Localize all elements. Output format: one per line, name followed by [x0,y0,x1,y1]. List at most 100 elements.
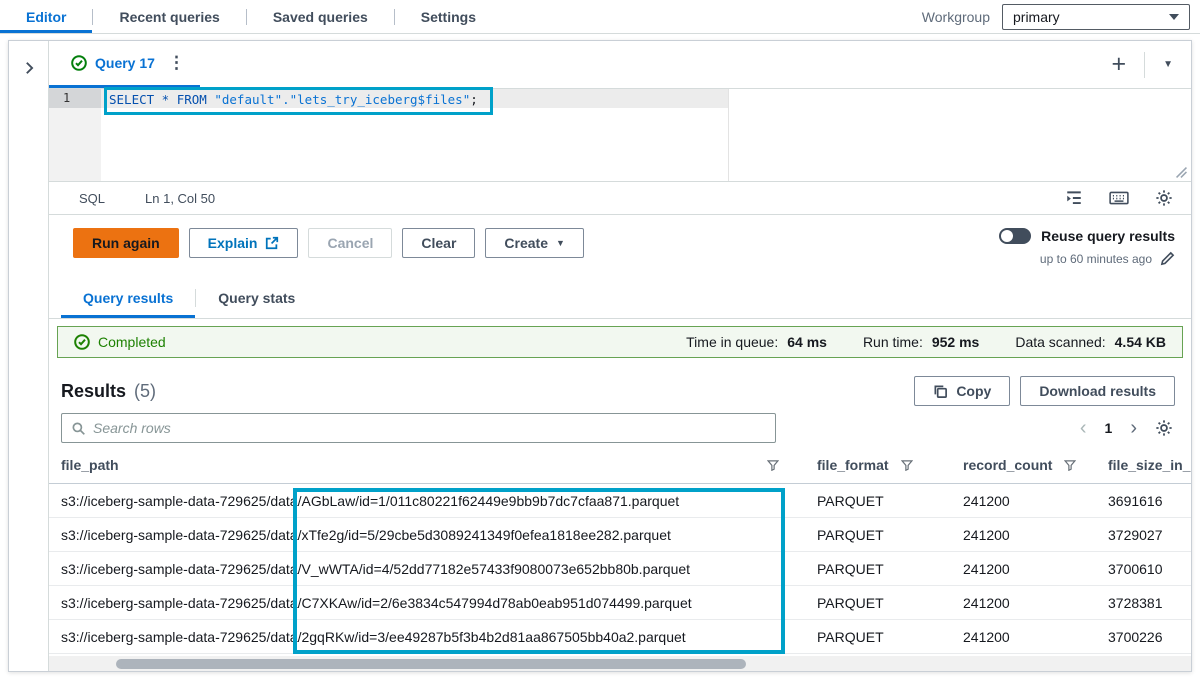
query-success-icon [71,55,87,71]
status-completed-label: Completed [98,334,166,350]
column-header-file-path[interactable]: file_path [61,457,791,473]
sql-code-line[interactable]: SELECT * FROM "default"."lets_try_iceber… [101,89,1191,108]
table-row: s3://iceberg-sample-data-729625/data/xTf… [49,518,1191,552]
search-rows-input[interactable] [93,420,766,436]
expand-sidebar-button[interactable] [18,57,40,79]
cell-file-format: PARQUET [817,493,963,509]
sql-keywords: SELECT * FROM [109,92,214,107]
workgroup-select[interactable]: primary [1002,4,1190,30]
explain-label: Explain [208,235,258,251]
create-label: Create [504,235,548,251]
table-row: s3://iceberg-sample-data-729625/data/2gq… [49,620,1191,654]
caret-down-icon: ▼ [556,238,565,248]
new-query-tab-button[interactable]: + [1111,52,1126,77]
results-table-header: file_path file_format record_count file_… [49,446,1191,484]
tab-query-stats[interactable]: Query stats [196,277,317,318]
query-metrics: Time in queue: 64 ms Run time: 952 ms Da… [686,334,1166,350]
explain-button[interactable]: Explain [189,228,299,258]
horizontal-scrollbar[interactable] [49,656,1191,671]
cell-file-size: 3700610 [1108,561,1191,577]
pagination: ‹ 1 › [1080,418,1173,438]
code-area[interactable]: SELECT * FROM "default"."lets_try_iceber… [101,89,1191,181]
search-row: ‹ 1 › [49,408,1191,446]
tab-query-results[interactable]: Query results [61,277,195,318]
column-header-file-format[interactable]: file_format [817,457,963,473]
download-results-button[interactable]: Download results [1020,376,1175,406]
edit-pencil-icon[interactable] [1160,251,1175,266]
clear-button[interactable]: Clear [402,228,475,258]
tab-controls: + ▼ [1111,41,1191,88]
metric-value: 64 ms [787,334,827,350]
kebab-menu-icon[interactable]: ⋮ [163,53,190,73]
editor-settings-gear-icon[interactable] [1155,189,1173,207]
column-header-file-size[interactable]: file_size_in_b [1108,457,1191,473]
metric-value: 952 ms [932,334,979,350]
scrollbar-thumb[interactable] [116,659,746,669]
metric-label: Data scanned: [1015,334,1105,350]
editor-language-label: SQL [79,191,105,206]
query-tab[interactable]: Query 17 ⋮ [49,41,200,88]
filter-icon[interactable] [901,459,913,471]
nav-tabs: Editor Recent queries Saved queries Sett… [0,0,502,33]
table-row: s3://iceberg-sample-data-729625/data/V_w… [49,552,1191,586]
copy-icon [933,384,948,399]
status-banner-wrap: Completed Time in queue: 64 ms Run time:… [49,319,1191,366]
reuse-results-label: Reuse query results [1041,228,1175,244]
run-again-button[interactable]: Run again [73,228,179,258]
tab-recent-queries[interactable]: Recent queries [93,0,245,33]
reuse-query-results-block: Reuse query results up to 60 minutes ago [999,228,1175,266]
reuse-results-toggle[interactable] [999,228,1031,244]
tab-settings[interactable]: Settings [395,0,502,33]
table-row: s3://iceberg-sample-data-729625/data/C7X… [49,586,1191,620]
athena-editor-panel: Query 17 ⋮ + ▼ 1 SELECT * FROM "default"… [8,40,1192,672]
editor-status-bar: SQL Ln 1, Col 50 [49,181,1191,215]
results-header: Results (5) Copy Download results [49,366,1191,408]
keyboard-shortcuts-icon[interactable] [1109,190,1129,206]
chevron-right-icon [22,61,36,75]
active-line-number: 1 [49,89,101,108]
editor-status-icons [1065,189,1173,207]
current-page-number[interactable]: 1 [1105,420,1113,436]
column-label: file_size_in_b [1108,457,1191,473]
format-query-icon[interactable] [1065,189,1083,207]
sql-identifier: "default"."lets_try_iceberg$files" [214,92,470,107]
query-tab-title: Query 17 [95,55,155,71]
next-page-button[interactable]: › [1130,418,1137,438]
copy-button[interactable]: Copy [914,376,1010,406]
search-box [61,413,776,443]
divider [1144,52,1145,78]
chevron-down-icon [1169,14,1179,20]
previous-page-button[interactable]: ‹ [1080,418,1087,438]
cell-record-count: 241200 [963,527,1108,543]
query-tab-bar: Query 17 ⋮ + ▼ [49,41,1191,89]
cell-file-format: PARQUET [817,629,963,645]
cell-file-size: 3700226 [1108,629,1191,645]
cancel-button[interactable]: Cancel [308,228,392,258]
editor-resize-handle[interactable] [1176,167,1187,178]
create-button[interactable]: Create ▼ [485,228,584,258]
editor-content: Query 17 ⋮ + ▼ 1 SELECT * FROM "default"… [49,41,1191,671]
filter-icon[interactable] [1064,459,1076,471]
cell-record-count: 241200 [963,595,1108,611]
query-status-banner: Completed Time in queue: 64 ms Run time:… [57,326,1183,358]
results-title: Results [61,381,126,402]
cell-file-path: s3://iceberg-sample-data-729625/data/AGb… [61,493,791,509]
sql-editor[interactable]: 1 SELECT * FROM "default"."lets_try_iceb… [49,89,1191,181]
editor-gutter: 1 [49,89,101,181]
cell-file-format: PARQUET [817,527,963,543]
cell-file-path: s3://iceberg-sample-data-729625/data/V_w… [61,561,791,577]
tab-editor[interactable]: Editor [0,0,92,33]
sidebar-collapse-strip [9,41,49,671]
column-header-record-count[interactable]: record_count [963,457,1108,473]
reuse-duration-note: up to 60 minutes ago [1040,252,1152,266]
tab-saved-queries[interactable]: Saved queries [247,0,394,33]
toggle-knob [1001,230,1013,242]
cell-file-format: PARQUET [817,561,963,577]
filter-icon[interactable] [767,459,779,471]
results-preferences-gear-icon[interactable] [1155,419,1173,437]
success-check-icon [74,334,90,350]
cursor-position: Ln 1, Col 50 [145,191,215,206]
top-navigation: Editor Recent queries Saved queries Sett… [0,0,1200,34]
tab-list-dropdown[interactable]: ▼ [1163,59,1173,70]
workgroup-area: Workgroup primary [922,0,1200,33]
